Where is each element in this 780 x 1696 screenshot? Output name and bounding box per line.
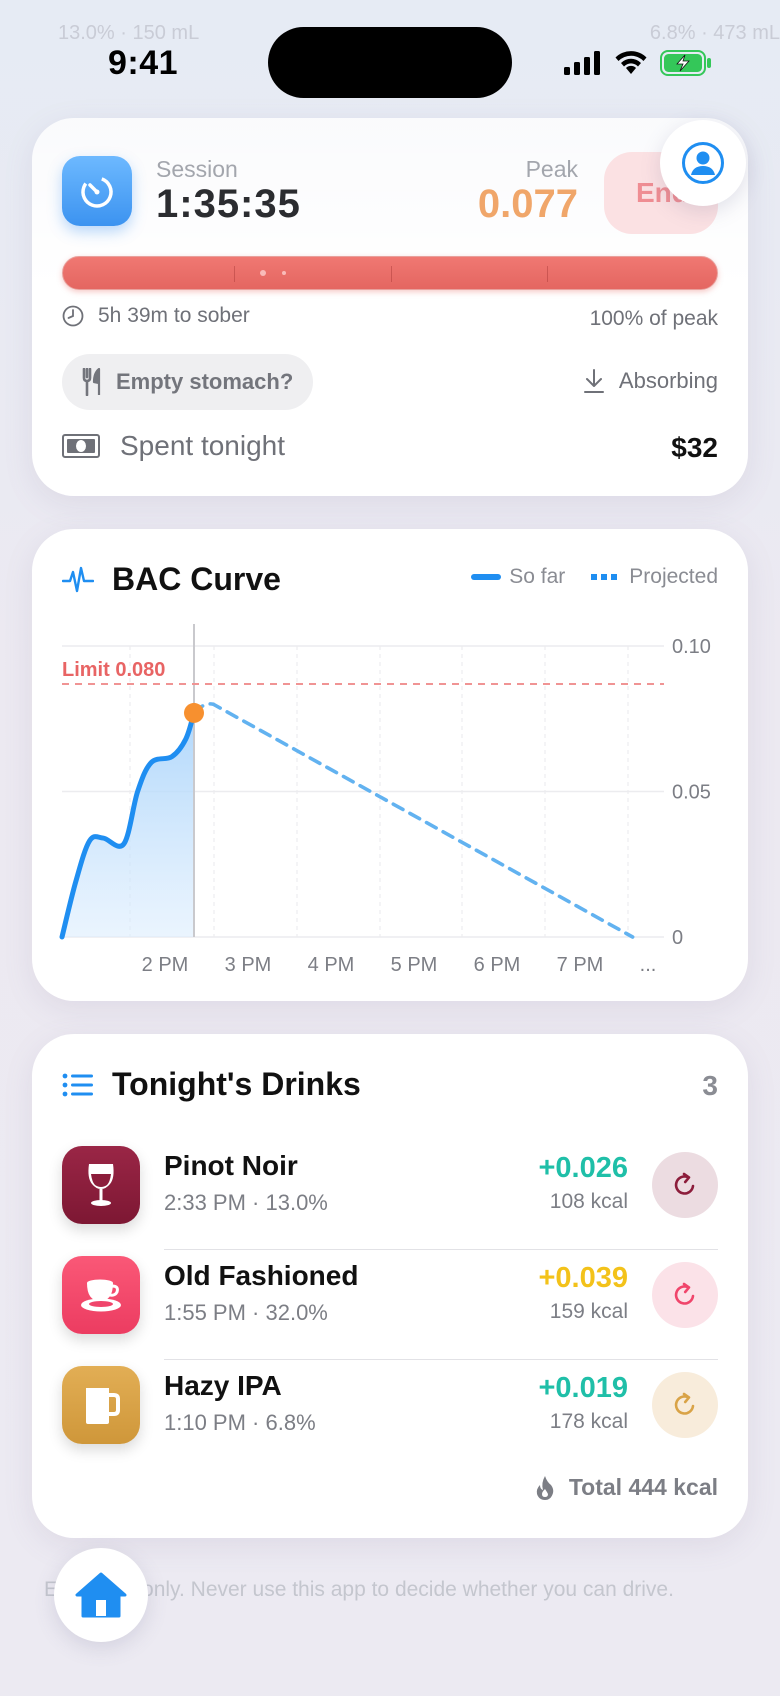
drink-row[interactable]: Pinot Noir 2:33 PM · 13.0% +0.026 108 kc… — [62, 1140, 718, 1250]
banknote-icon — [62, 434, 100, 458]
repeat-drink-button[interactable] — [652, 1372, 718, 1438]
flame-icon — [536, 1475, 554, 1500]
cocktail-cup-icon — [62, 1256, 140, 1334]
drink-kcal: 159 kcal — [549, 1300, 628, 1323]
status-time: 9:41 — [108, 44, 179, 82]
drink-row[interactable]: Old Fashioned 1:55 PM · 32.0% +0.039 159… — [62, 1250, 718, 1360]
battery-charging-icon — [660, 50, 711, 76]
repeat-arrow-icon — [674, 1282, 695, 1305]
signal-icon — [564, 51, 600, 75]
session-card: Session 1:35:35 Peak 0.077 End 5h 39m to… — [32, 118, 748, 496]
dynamic-island — [268, 27, 512, 98]
x-tick-label: 5 PM — [391, 954, 438, 976]
x-tick-label: 7 PM — [557, 954, 604, 976]
drink-bac-delta: +0.026 — [538, 1152, 628, 1184]
x-tick-label: ... — [640, 954, 657, 976]
person-circle-icon — [682, 142, 724, 184]
drink-name: Hazy IPA — [164, 1370, 282, 1401]
empty-stomach-button[interactable]: Empty stomach? — [62, 354, 314, 410]
wine-glass-icon — [62, 1146, 140, 1224]
absorbing-text: Absorbing — [618, 368, 718, 393]
current-bac-point — [184, 702, 204, 723]
drinks-card-title: Tonight's Drinks — [112, 1066, 361, 1102]
status-icons — [564, 50, 712, 76]
drink-bac-delta: +0.039 — [538, 1262, 628, 1294]
drink-kcal: 178 kcal — [549, 1410, 628, 1433]
bac-progress-bar — [62, 256, 718, 290]
peak-value: 0.077 — [477, 182, 578, 226]
x-tick-label: 3 PM — [225, 954, 272, 976]
status-bar: 9:41 — [0, 0, 780, 110]
drink-meta: 1:10 PM · 6.8% — [164, 1410, 316, 1435]
absorbing-status: Absorbing — [583, 368, 718, 394]
bac-chart: Limit 0.080 2 PM 3 PM 4 PM 5 PM 6 PM 7 PM... … — [59, 624, 711, 976]
arrow-down-to-line-icon — [583, 369, 604, 393]
percent-of-peak: 100% of peak — [589, 307, 718, 330]
profile-button[interactable] — [660, 120, 746, 206]
peak-label: Peak — [525, 156, 578, 182]
drink-row[interactable]: Hazy IPA 1:10 PM · 6.8% +0.019 178 kcal — [62, 1360, 718, 1470]
drink-meta: 1:55 PM · 32.0% — [164, 1300, 328, 1325]
y-tick-label: 0.05 — [672, 782, 711, 804]
y-tick-label: 0 — [672, 927, 683, 949]
time-to-sober: 5h 39m to sober — [62, 304, 250, 328]
drinks-card-header: Tonight's Drinks — [62, 1066, 361, 1103]
x-tick-label: 4 PM — [308, 954, 355, 976]
session-elapsed: 1:35:35 — [156, 182, 301, 226]
drink-meta: 2:33 PM · 13.0% — [164, 1190, 328, 1215]
house-icon — [75, 1572, 127, 1618]
total-kcal: Total 444 kcal — [535, 1474, 718, 1501]
limit-label: Limit 0.080 — [62, 659, 165, 681]
spent-label: Spent tonight — [120, 430, 286, 461]
drink-name: Old Fashioned — [164, 1260, 359, 1291]
projected-line — [192, 702, 635, 939]
repeat-arrow-icon — [674, 1172, 695, 1195]
repeat-drink-button[interactable] — [652, 1152, 718, 1218]
drinks-card: Tonight's Drinks 3 Pinot Noir 2:33 PM · … — [32, 1034, 748, 1538]
timer-icon — [62, 156, 132, 226]
fork-knife-icon — [82, 368, 101, 396]
to-sober-text: 5h 39m to sober — [98, 304, 250, 327]
spent-row: Spent tonight — [62, 430, 285, 462]
beer-mug-icon — [62, 1366, 140, 1444]
empty-stomach-label: Empty stomach? — [116, 369, 294, 394]
repeat-drink-button[interactable] — [652, 1262, 718, 1328]
total-kcal-text: Total 444 kcal — [568, 1474, 718, 1500]
drink-count: 3 — [702, 1070, 718, 1101]
clock-icon — [62, 305, 84, 327]
session-label: Session — [156, 156, 238, 182]
list-icon — [62, 1073, 93, 1096]
home-button[interactable] — [54, 1548, 148, 1642]
repeat-arrow-icon — [674, 1392, 695, 1415]
x-tick-label: 2 PM — [142, 954, 189, 976]
wifi-icon — [615, 51, 647, 74]
y-tick-label: 0.10 — [672, 636, 711, 658]
drink-kcal: 108 kcal — [549, 1190, 628, 1213]
drink-bac-delta: +0.019 — [538, 1372, 628, 1404]
bac-curve-card: BAC Curve So far Projected Limit 0.080 2… — [32, 529, 748, 1001]
x-tick-label: 6 PM — [474, 954, 521, 976]
drink-name: Pinot Noir — [164, 1150, 298, 1181]
spent-value: $32 — [671, 432, 718, 463]
